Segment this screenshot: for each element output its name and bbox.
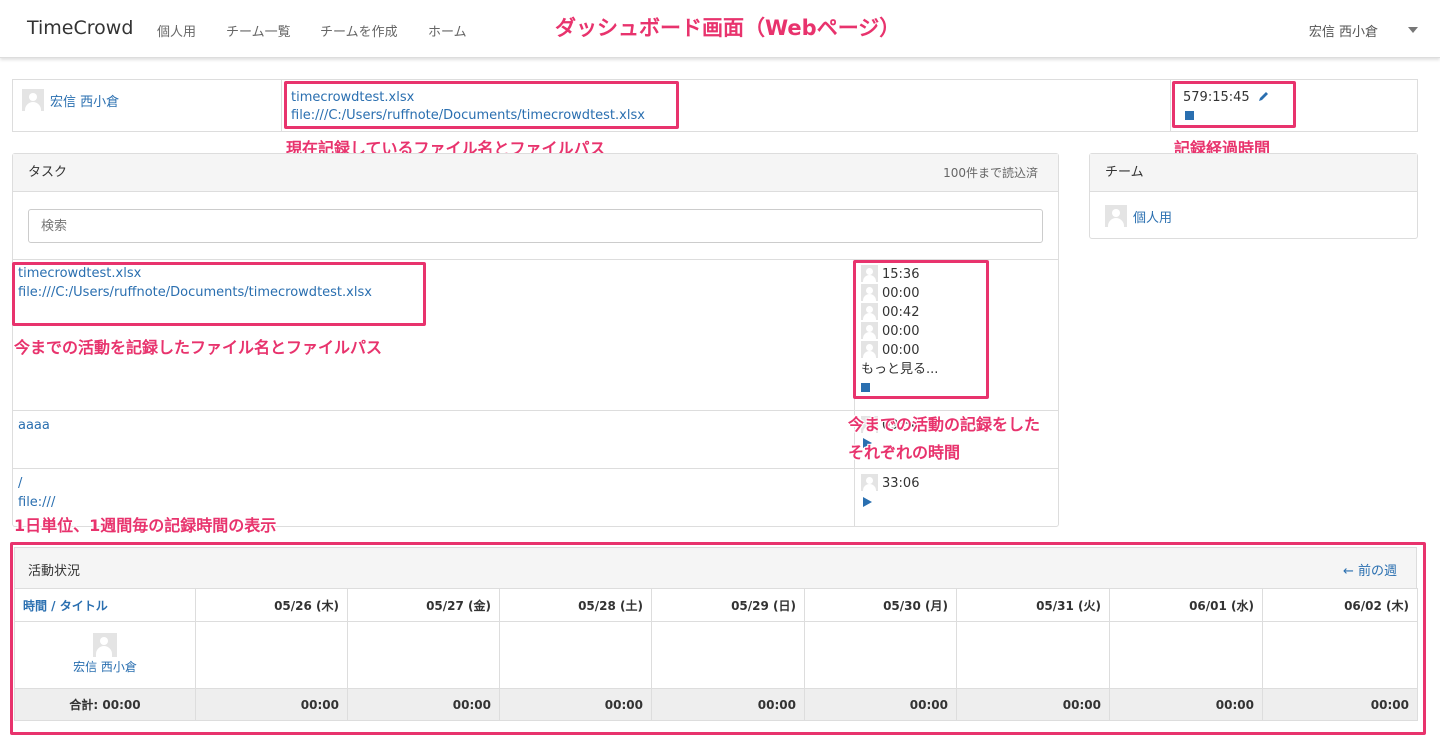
total-row: 合計: 00:00 00:00 00:00 00:00 00:00 00:00 …	[14, 688, 1418, 721]
nav-team-list[interactable]: チーム一覧	[226, 21, 291, 40]
divider	[13, 468, 1058, 469]
day-cell	[347, 621, 500, 689]
column-header-day: 05/31 (火)	[956, 588, 1110, 622]
day-cell	[651, 621, 805, 689]
avatar	[861, 474, 878, 491]
avatar	[93, 633, 117, 657]
annotation-title: ダッシュボード画面（Webページ）	[555, 16, 901, 40]
annotation-weekly: 1日単位、1週間毎の記録時間の表示	[14, 516, 277, 535]
day-total: 00:00	[1262, 688, 1418, 721]
column-header-day: 05/29 (日)	[651, 588, 805, 622]
annotation-each-time-2: それぞれの時間	[848, 443, 961, 462]
activity-table: 時間 / タイトル 05/26 (木) 05/27 (金) 05/28 (土) …	[14, 588, 1418, 721]
day-cell	[195, 621, 348, 689]
chevron-down-icon[interactable]	[1408, 27, 1418, 33]
prev-week-link[interactable]: ← 前の週	[1343, 560, 1397, 579]
day-total: 00:00	[1109, 688, 1263, 721]
column-header-day: 05/26 (木)	[195, 588, 348, 622]
day-cell	[956, 621, 1110, 689]
loaded-count: 100件まで読込済	[943, 166, 1038, 180]
task-path[interactable]: file:///	[18, 495, 55, 510]
table-header-row: 時間 / タイトル 05/26 (木) 05/27 (金) 05/28 (土) …	[14, 588, 1418, 622]
annotation-past-files: 今までの活動を記録したファイル名とファイルパス	[14, 338, 383, 357]
nav-create-team[interactable]: チームを作成	[320, 21, 398, 40]
highlight-times	[853, 260, 989, 399]
current-user-link[interactable]: 宏信 西小倉	[50, 91, 119, 110]
task-name[interactable]: /	[18, 476, 22, 491]
highlight-current-file	[284, 81, 679, 129]
annotation-each-time-1: 今までの活動の記録をした	[848, 415, 1041, 434]
day-cell	[1262, 621, 1418, 689]
nav-home[interactable]: ホーム	[428, 21, 467, 40]
column-header-day: 05/30 (月)	[804, 588, 957, 622]
time-entry: 33:06	[861, 474, 919, 493]
highlight-past-files	[12, 262, 426, 326]
day-cell	[804, 621, 957, 689]
day-total: 00:00	[499, 688, 652, 721]
column-header-day: 06/02 (木)	[1262, 588, 1418, 622]
divider	[281, 80, 282, 131]
day-total: 00:00	[651, 688, 805, 721]
column-header-title[interactable]: 時間 / タイトル	[14, 588, 196, 622]
column-header-day: 05/28 (土)	[499, 588, 652, 622]
nav-personal[interactable]: 個人用	[157, 21, 196, 40]
brand-logo[interactable]: TimeCrowd	[27, 17, 133, 39]
column-header-day: 06/01 (水)	[1109, 588, 1263, 622]
total-label: 合計: 00:00	[14, 688, 196, 721]
user-menu[interactable]: 宏信 西小倉	[1309, 21, 1378, 40]
avatar	[1105, 205, 1127, 227]
user-link[interactable]: 宏信 西小倉	[73, 660, 137, 674]
user-cell: 宏信 西小倉	[14, 621, 196, 689]
divider	[1170, 80, 1171, 131]
highlight-elapsed	[1172, 81, 1296, 128]
day-cell	[1109, 621, 1263, 689]
column-header-day: 05/27 (金)	[347, 588, 500, 622]
activity-header: 活動状況 ← 前の週	[14, 547, 1417, 588]
day-cell	[499, 621, 652, 689]
team-panel: チーム 個人用	[1089, 153, 1418, 239]
activity-title: 活動状況	[28, 564, 81, 579]
table-row: 宏信 西小倉	[14, 621, 1418, 689]
day-total: 00:00	[956, 688, 1110, 721]
team-item-personal[interactable]: 個人用	[1133, 207, 1172, 226]
task-panel-title: タスク	[28, 165, 68, 180]
team-panel-header: チーム	[1090, 154, 1417, 192]
day-total: 00:00	[195, 688, 348, 721]
task-name[interactable]: aaaa	[18, 418, 50, 433]
play-icon[interactable]	[863, 497, 872, 507]
day-total: 00:00	[347, 688, 500, 721]
search-input[interactable]	[28, 209, 1043, 243]
avatar	[22, 89, 44, 111]
team-panel-title: チーム	[1105, 165, 1144, 180]
task-panel-header: タスク 100件まで読込済	[13, 154, 1058, 192]
day-total: 00:00	[804, 688, 957, 721]
